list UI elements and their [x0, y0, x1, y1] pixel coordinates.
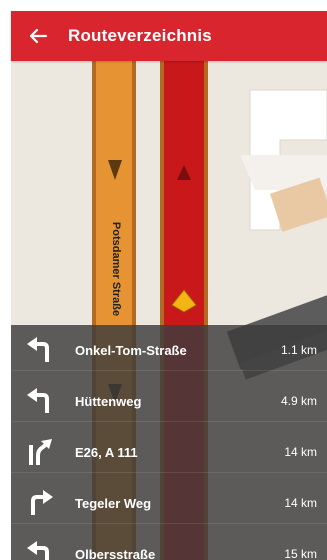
keep-right-fork-icon — [25, 432, 65, 472]
direction-row[interactable]: E26, A 111 14 km — [11, 432, 327, 473]
direction-distance: 15 km — [284, 547, 317, 560]
direction-street: Olbersstraße — [75, 546, 156, 560]
direction-street: Onkel-Tom-Straße — [75, 342, 187, 358]
direction-distance: 14 km — [284, 445, 317, 459]
direction-street: Hüttenweg — [75, 393, 142, 409]
arrow-left-icon — [29, 28, 48, 44]
app-root: Potsdamer Straße Routeverzeichnis Onkel-… — [0, 0, 327, 560]
direction-distance: 1.1 km — [280, 343, 317, 357]
direction-street: Tegeler Weg — [75, 495, 152, 511]
directions-list: Onkel-Tom-Straße 1.1 km Hüttenweg 4.9 km — [11, 325, 327, 560]
direction-distance: 4.9 km — [280, 394, 317, 408]
direction-distance: 14 km — [284, 496, 317, 510]
direction-street: E26, A 111 — [75, 444, 138, 460]
direction-row[interactable]: Onkel-Tom-Straße 1.1 km — [11, 330, 327, 371]
map-street-label: Potsdamer Straße — [108, 210, 122, 328]
page-title: Routeverzeichnis — [68, 26, 212, 45]
turn-left-icon — [25, 330, 65, 370]
direction-row[interactable]: Hüttenweg 4.9 km — [11, 381, 327, 422]
app-header: Routeverzeichnis — [11, 11, 327, 61]
turn-left-icon — [25, 381, 65, 421]
turn-left-icon — [25, 534, 65, 560]
direction-row[interactable]: Olbersstraße 15 km — [11, 534, 327, 560]
street-label-text: Potsdamer Straße — [110, 221, 122, 317]
back-button[interactable] — [26, 24, 50, 48]
turn-right-icon — [25, 483, 65, 523]
direction-row[interactable]: Tegeler Weg 14 km — [11, 483, 327, 524]
